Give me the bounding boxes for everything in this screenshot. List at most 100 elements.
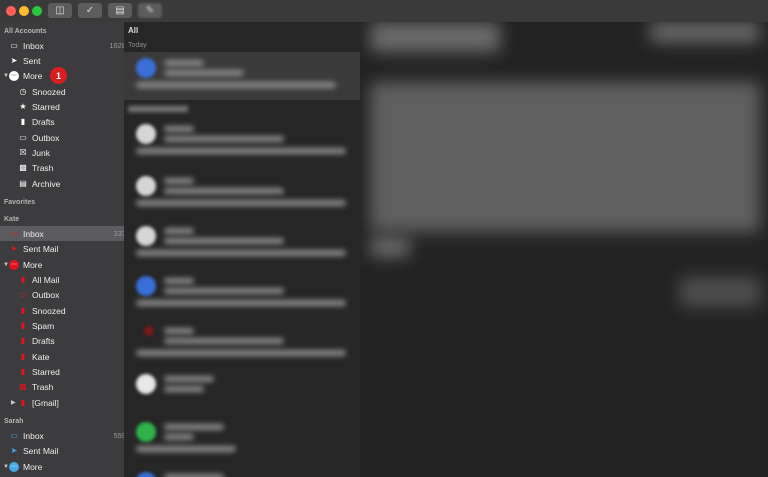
star-icon: ★ xyxy=(19,102,27,111)
message-row[interactable] xyxy=(124,170,360,218)
blurred-sender xyxy=(164,376,214,382)
sidebar-item-label: Inbox xyxy=(23,430,44,441)
sidebar-item-label: Snoozed xyxy=(32,86,66,97)
message-row[interactable] xyxy=(124,368,360,416)
avatar xyxy=(136,422,156,442)
message-list[interactable]: All Today xyxy=(124,22,360,477)
close-window-button[interactable] xyxy=(6,6,16,16)
document-icon: ▮ xyxy=(20,336,26,345)
sidebar-item-starred[interactable]: ★ Starred xyxy=(0,99,124,114)
blurred-content xyxy=(370,22,500,52)
sidebar-item-kate-inbox[interactable]: ▭ Inbox 333 xyxy=(0,226,124,241)
message-row[interactable] xyxy=(124,468,360,477)
archive-button[interactable]: ▤ xyxy=(108,3,132,18)
sidebar-item-label: Drafts xyxy=(32,116,55,127)
disclosure-triangle-icon[interactable]: ▼ xyxy=(3,73,9,79)
sidebar-item-sarah-more[interactable]: ▼ ⋯ More xyxy=(0,459,124,474)
unread-count: 1628 xyxy=(109,41,124,50)
unread-count: 333 xyxy=(113,229,124,238)
message-reading-pane xyxy=(360,22,768,477)
section-header-all-accounts: All Accounts xyxy=(4,28,47,35)
sidebar-item-kate-all-mail[interactable]: ▮ All Mail xyxy=(0,272,124,287)
blurred-sender xyxy=(164,126,194,132)
sidebar-item-trash[interactable]: ▩ Trash xyxy=(0,160,124,175)
disclosure-triangle-right-icon[interactable]: ▶ xyxy=(11,399,16,406)
document-icon: ▮ xyxy=(20,117,26,126)
sidebar-item-label: Sent Mail xyxy=(23,243,59,254)
message-row[interactable] xyxy=(124,270,360,318)
message-row[interactable] xyxy=(124,118,360,166)
paper-plane-icon: ➤ xyxy=(10,56,18,65)
sidebar-item-kate-trash[interactable]: ▩ Trash xyxy=(0,379,124,394)
inbox-tray-icon: ▭ xyxy=(10,431,18,440)
message-row[interactable] xyxy=(124,220,360,268)
sidebar-item-label: Spam xyxy=(32,320,55,331)
clock-icon: ◷ xyxy=(19,87,27,96)
sidebar-item-kate-outbox[interactable]: ▭ Outbox xyxy=(0,287,124,302)
folder-icon: ▮ xyxy=(20,321,26,330)
blurred-content xyxy=(650,22,760,42)
group-header-blurred xyxy=(128,106,188,112)
paper-plane-icon: ➤ xyxy=(10,244,18,253)
folder-icon: ▮ xyxy=(20,275,26,284)
sidebar-item-kate-drafts[interactable]: ▮ Drafts xyxy=(0,333,124,348)
window-titlebar: ◫ ✓ ▤ ✎ xyxy=(0,0,768,22)
blurred-preview xyxy=(136,446,236,452)
list-filter-label[interactable]: All xyxy=(128,26,138,35)
compose-button[interactable]: ✎ xyxy=(138,3,162,18)
sidebar-item-label: Starred xyxy=(32,366,60,377)
sidebar-item-label: Trash xyxy=(32,162,54,173)
sidebar-item-label: Sent Mail xyxy=(23,445,59,456)
section-header-kate: Kate xyxy=(4,216,20,223)
message-row[interactable] xyxy=(124,420,360,468)
sidebar-item-label: Outbox xyxy=(32,289,60,300)
minimize-window-button[interactable] xyxy=(19,6,29,16)
sidebar-item-kate-kate[interactable]: ▮ Kate xyxy=(0,349,124,364)
mark-read-button[interactable]: ✓ xyxy=(78,3,102,18)
unread-count: 559 xyxy=(113,431,124,440)
archive-box-icon: ▤ xyxy=(19,179,27,188)
sidebar-item-drafts[interactable]: ▮ Drafts xyxy=(0,114,124,129)
sidebar-item-label: Snoozed xyxy=(32,305,66,316)
step-number-badge: 1 xyxy=(50,67,67,84)
sidebar-item-label: Archive xyxy=(32,178,61,189)
inbox-tray-icon: ▭ xyxy=(10,229,18,238)
sidebar-item-snoozed[interactable]: ◷ Snoozed xyxy=(0,84,124,99)
toggle-sidebar-button[interactable]: ◫ xyxy=(48,3,72,18)
compose-icon: ✎ xyxy=(145,5,155,16)
sidebar-item-kate-more[interactable]: ▼ ⋯ More xyxy=(0,257,124,272)
message-row[interactable] xyxy=(124,320,360,368)
blurred-content xyxy=(680,277,760,307)
folder-icon: ▮ xyxy=(20,367,26,376)
avatar xyxy=(136,374,156,394)
sidebar-item-kate-snoozed[interactable]: ▮ Snoozed xyxy=(0,303,124,318)
blurred-sender xyxy=(164,278,194,284)
sidebar-item-label: Starred xyxy=(32,101,60,112)
sidebar-item-label: More xyxy=(23,259,43,270)
message-row[interactable] xyxy=(124,52,360,100)
blurred-sender xyxy=(164,178,194,184)
sidebar-item-kate-spam[interactable]: ▮ Spam xyxy=(0,318,124,333)
inbox-tray-icon: ▭ xyxy=(10,41,18,50)
blurred-subject xyxy=(164,238,284,244)
sidebar-item-junk[interactable]: ☒ Junk xyxy=(0,145,124,160)
avatar xyxy=(136,226,156,246)
blurred-subject xyxy=(164,338,284,344)
folder-icon: ▮ xyxy=(20,398,26,407)
zoom-window-button[interactable] xyxy=(32,6,42,16)
blurred-preview xyxy=(136,82,336,88)
sidebar-item-kate-gmail[interactable]: ▶ ▮ [Gmail] xyxy=(0,395,124,410)
sidebar-item-kate-sent-mail[interactable]: ➤ Sent Mail xyxy=(0,241,124,256)
sidebar-item-kate-starred[interactable]: ▮ Starred xyxy=(0,364,124,379)
avatar xyxy=(144,326,154,336)
sidebar-item-inbox[interactable]: ▭ Inbox 1628 xyxy=(0,38,124,53)
sidebar-item-sarah-sent-mail[interactable]: ➤ Sent Mail xyxy=(0,443,124,458)
disclosure-triangle-icon[interactable]: ▼ xyxy=(3,262,9,268)
sidebar-item-outbox[interactable]: ▭ Outbox xyxy=(0,130,124,145)
disclosure-triangle-icon[interactable]: ▼ xyxy=(3,464,9,470)
sidebar-item-sarah-inbox[interactable]: ▭ Inbox 559 xyxy=(0,428,124,443)
blurred-sender xyxy=(164,228,194,234)
sidebar-item-sent[interactable]: ➤ Sent xyxy=(0,53,124,68)
sidebar-item-archive[interactable]: ▤ Archive xyxy=(0,176,124,191)
blurred-subject xyxy=(164,70,244,76)
